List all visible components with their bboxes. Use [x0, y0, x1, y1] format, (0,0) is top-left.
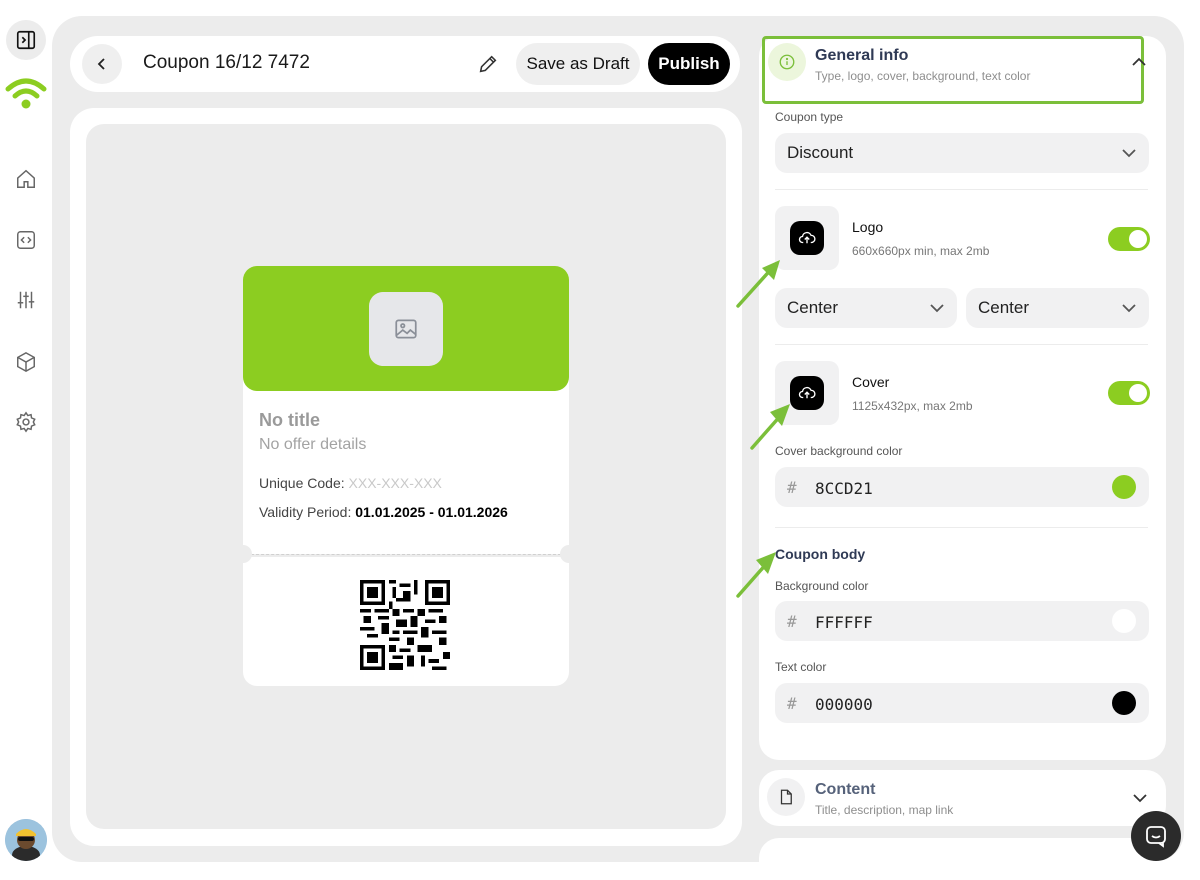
nav-products[interactable]	[6, 342, 46, 382]
image-placeholder-icon	[395, 319, 417, 339]
text-color-swatch[interactable]	[1112, 691, 1136, 715]
logo-toggle[interactable]	[1108, 227, 1150, 251]
logo-h-align-value: Center	[787, 298, 839, 317]
nav-settings[interactable]	[6, 402, 46, 442]
divider	[775, 189, 1148, 190]
chevron-down-icon	[1122, 149, 1136, 158]
wifi-logo-icon	[5, 78, 47, 109]
cover-bg-color-input[interactable]: # 8CCD21	[775, 467, 1149, 507]
page-title: Coupon 16/12 7472	[143, 52, 310, 73]
hash-symbol: #	[787, 478, 797, 497]
home-icon	[17, 169, 35, 188]
divider	[775, 344, 1148, 345]
cover-subtitle: 1125x432px, max 2mb	[852, 399, 973, 413]
upload-icon-wrap	[790, 221, 824, 255]
pencil-icon	[479, 55, 497, 73]
cloud-upload-icon	[798, 386, 816, 399]
body-bg-color-input[interactable]: # FFFFFF	[775, 601, 1149, 641]
validity-label: Validity Period:	[259, 504, 352, 520]
cover-title: Cover	[852, 374, 890, 390]
sliders-icon	[17, 291, 35, 309]
text-color-label: Text color	[775, 660, 827, 674]
box-icon	[17, 351, 35, 373]
code-icon	[17, 231, 35, 249]
coupon-type-value: Discount	[787, 143, 854, 162]
back-chevron-icon	[97, 58, 105, 70]
editor-header: Coupon 16/12 7472 Save as Draft Publish	[70, 36, 740, 92]
cover-bg-swatch[interactable]	[1112, 475, 1136, 499]
coupon-code-row: Unique Code: XXX-XXX-XXX	[259, 475, 442, 491]
logo-upload-button[interactable]	[775, 206, 839, 270]
avatar-icon	[5, 819, 47, 861]
settings-icon	[16, 411, 36, 433]
general-info-subtitle: Type, logo, cover, background, text colo…	[815, 69, 1031, 83]
save-draft-button[interactable]: Save as Draft	[516, 43, 640, 85]
qr-code	[360, 580, 450, 670]
chevron-up-icon[interactable]	[1130, 56, 1148, 68]
nav-settings-sliders[interactable]	[6, 280, 46, 320]
text-color-hex: 000000	[815, 695, 873, 714]
chevron-down-icon	[930, 304, 944, 313]
back-button[interactable]	[82, 44, 122, 84]
chat-icon	[1146, 826, 1166, 848]
nav-code[interactable]	[6, 220, 46, 260]
document-icon	[780, 789, 792, 805]
divider	[775, 527, 1148, 528]
logo-v-align-value: Center	[978, 298, 1030, 317]
hash-symbol: #	[787, 612, 797, 631]
sidebar-toggle-button[interactable]	[6, 20, 46, 60]
cloud-upload-icon	[798, 231, 816, 244]
content-subtitle: Title, description, map link	[815, 803, 954, 817]
annotation-arrow-icon	[736, 552, 776, 598]
validity-value: 01.01.2025 - 01.01.2026	[355, 504, 508, 520]
perforation-line	[251, 554, 561, 555]
coupon-type-select[interactable]: Discount	[775, 133, 1149, 173]
logo-h-align-select[interactable]: Center	[775, 288, 957, 328]
right-notch	[560, 545, 578, 563]
edit-title-button[interactable]	[474, 50, 502, 78]
logo-v-align-select[interactable]: Center	[966, 288, 1149, 328]
content-title: Content	[815, 781, 876, 798]
general-info-icon-wrap	[768, 43, 806, 81]
chat-button[interactable]	[1131, 811, 1181, 861]
left-notch	[234, 545, 252, 563]
annotation-arrow-icon	[736, 260, 780, 308]
coupon-type-label: Coupon type	[775, 110, 844, 124]
next-section-header[interactable]	[759, 838, 1166, 862]
chevron-down-icon[interactable]	[1132, 792, 1148, 804]
cover-toggle[interactable]	[1108, 381, 1150, 405]
nav-home[interactable]	[6, 159, 46, 199]
publish-button[interactable]: Publish	[648, 43, 730, 85]
body-bg-swatch[interactable]	[1112, 609, 1136, 633]
general-info-title: General info	[815, 47, 909, 64]
annotation-arrow-icon	[750, 404, 790, 450]
left-rail	[0, 0, 52, 880]
coupon-preview: No title No offer details Unique Code: X…	[234, 266, 578, 686]
content-icon-wrap	[767, 778, 805, 816]
coupon-body-title: Coupon body	[775, 546, 866, 562]
coupon-cover	[243, 266, 569, 391]
coupon-offer: No offer details	[259, 436, 367, 453]
logo-title: Logo	[852, 219, 884, 235]
body-bg-hex: FFFFFF	[815, 613, 873, 632]
cover-bg-hex: 8CCD21	[815, 479, 873, 498]
coupon-title: No title	[259, 410, 320, 430]
sidebar-toggle-icon	[16, 30, 36, 50]
code-value: XXX-XXX-XXX	[348, 475, 442, 491]
logo-subtitle: 660x660px min, max 2mb	[852, 244, 990, 258]
text-color-input[interactable]: # 000000	[775, 683, 1149, 723]
info-icon	[779, 54, 795, 70]
code-label: Unique Code:	[259, 475, 345, 491]
hash-symbol: #	[787, 694, 797, 713]
chevron-down-icon	[1122, 304, 1136, 313]
body-bg-label: Background color	[775, 579, 869, 593]
logo-placeholder	[369, 292, 443, 366]
user-avatar[interactable]	[5, 819, 47, 861]
coupon-validity-row: Validity Period: 01.01.2025 - 01.01.2026	[259, 504, 508, 520]
